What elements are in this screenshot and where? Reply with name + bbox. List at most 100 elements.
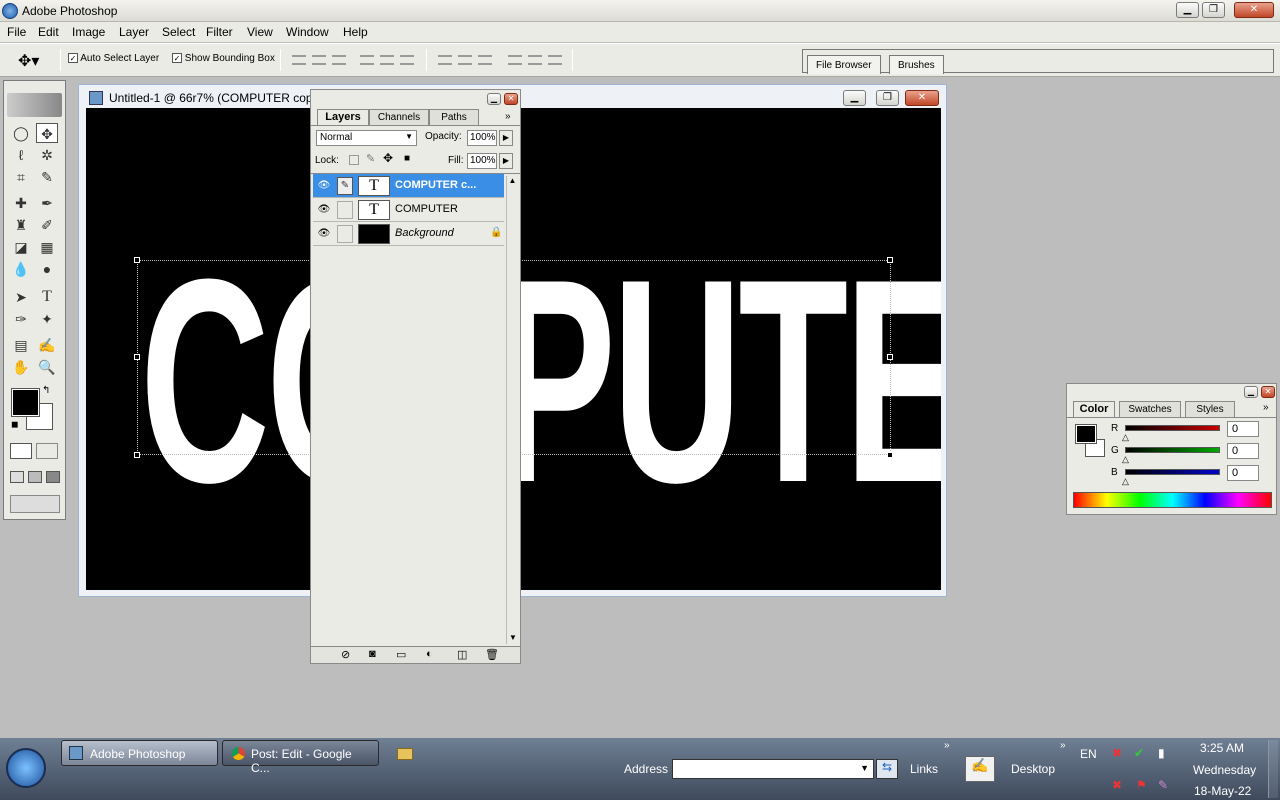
notes-tool-icon[interactable]: ▤ [10,335,32,355]
chevron-down-icon[interactable]: ▼ [860,763,869,773]
slider-thumb-icon[interactable]: △ [1122,476,1129,487]
desktop-label[interactable]: Desktop [1011,762,1055,776]
fg-color-swatch[interactable] [1075,424,1097,444]
channel-r-value[interactable]: 0 [1227,421,1259,437]
well-tab-file-browser[interactable]: File Browser [807,55,881,74]
menu-select[interactable]: Select [162,25,195,39]
palette-close-button[interactable]: ✕ [504,93,518,105]
auto-select-checkbox[interactable]: ✓ [68,53,78,63]
distribute-vcenter-icon[interactable] [458,55,472,65]
screen-mode-full-menu-icon[interactable] [28,471,42,483]
bounding-box-option[interactable]: ✓ Show Bounding Box [172,53,275,64]
move-tool-icon[interactable]: ✥ [36,123,58,143]
brush-tool-icon[interactable]: ✒ [36,193,58,213]
address-input[interactable]: ▼ [672,759,874,779]
show-desktop-button[interactable] [1268,740,1278,798]
menu-filter[interactable]: Filter [206,25,233,39]
opacity-input[interactable]: 100% [467,130,497,146]
close-button[interactable]: ✕ [1234,2,1274,18]
zoom-tool-icon[interactable]: 🔍 [36,357,58,377]
channel-r-slider[interactable] [1125,425,1220,431]
menu-view[interactable]: View [247,25,273,39]
auto-select-option[interactable]: ✓ Auto Select Layer [68,53,159,64]
link-brush-icon[interactable]: ✎ [337,177,353,195]
visibility-eye-icon[interactable]: 👁 [316,227,332,241]
channel-g-value[interactable]: 0 [1227,443,1259,459]
transform-handle[interactable] [134,257,140,263]
color-palette-close-button[interactable]: ✕ [1261,386,1275,398]
align-top-icon[interactable] [292,55,306,65]
fill-input[interactable]: 100% [467,153,497,169]
screen-mode-standard-icon[interactable] [10,471,24,483]
history-brush-icon[interactable]: ✐ [36,215,58,235]
transform-handle[interactable] [134,452,140,458]
doc-close-button[interactable]: ✕ [905,90,939,106]
tab-layers[interactable]: Layers [317,109,369,125]
eyedropper-icon[interactable]: ✍ [36,335,58,355]
pen-tool-icon[interactable]: ✑ [10,309,32,329]
distribute-top-icon[interactable] [438,55,452,65]
jump-to-imageready-icon[interactable] [10,495,60,513]
transform-handle[interactable] [887,354,893,360]
transform-handle[interactable] [134,354,140,360]
clone-stamp-icon[interactable]: ♜ [10,215,32,235]
restore-button[interactable]: ❐ [1202,2,1225,18]
layers-scrollbar[interactable]: ▲ ▼ [506,176,518,644]
new-layer-icon[interactable]: ◫ [457,648,467,661]
tray-app-icon[interactable]: ✎ [1158,778,1168,792]
gradient-tool-icon[interactable]: ▦ [36,237,58,257]
slice-tool-icon[interactable]: ✎ [36,167,58,187]
layer-row[interactable]: 👁 Background 🔒 [313,222,504,246]
quickmask-mode-icon[interactable] [36,443,58,459]
well-tab-brushes[interactable]: Brushes [889,55,944,74]
clock-day[interactable]: Wednesday [1193,763,1256,777]
align-bottom-icon[interactable] [332,55,346,65]
trash-icon[interactable]: 🗑 [485,648,499,661]
distribute-right-icon[interactable] [548,55,562,65]
folder-icon[interactable] [397,748,413,760]
menu-image[interactable]: Image [72,25,105,39]
dodge-tool-icon[interactable]: ● [36,259,58,279]
tab-color[interactable]: Color [1073,401,1115,417]
language-indicator[interactable]: EN [1080,747,1097,761]
scroll-up-icon[interactable]: ▲ [507,176,518,185]
network-error-icon[interactable]: ⚑ [1136,778,1147,792]
menu-edit[interactable]: Edit [38,25,59,39]
channel-b-slider[interactable] [1125,469,1220,475]
tab-channels[interactable]: Channels [369,109,429,125]
doc-minimize-button[interactable]: ▁ [843,90,866,106]
menu-file[interactable]: File [7,25,26,39]
opacity-arrow-icon[interactable]: ▶ [499,130,513,146]
layer-row[interactable]: 👁 T COMPUTER [313,198,504,222]
adjustment-layer-icon[interactable]: ◐ [426,648,433,660]
menu-help[interactable]: Help [343,25,368,39]
transform-handle[interactable] [887,257,893,263]
tab-styles[interactable]: Styles [1185,401,1235,417]
layer-mask-icon[interactable]: ◙ [369,648,376,660]
security-alert-icon[interactable]: ✖ [1112,746,1122,760]
hand-tool-icon[interactable]: ✋ [10,357,32,377]
bounding-box-checkbox[interactable]: ✓ [172,53,182,63]
distribute-hcenter-icon[interactable] [528,55,542,65]
link-box[interactable] [337,201,353,219]
distribute-left-icon[interactable] [508,55,522,65]
lock-transparency-icon[interactable] [349,155,359,165]
channel-b-value[interactable]: 0 [1227,465,1259,481]
scroll-down-icon[interactable]: ▼ [507,633,519,642]
visibility-eye-icon[interactable]: 👁 [316,179,332,193]
layer-style-icon[interactable]: ⊘ [341,648,350,661]
go-icon[interactable]: ⇆ [876,759,898,779]
lock-all-icon[interactable]: ■ [404,153,410,164]
tab-swatches[interactable]: Swatches [1119,401,1181,417]
menu-layer[interactable]: Layer [119,25,149,39]
clock-date[interactable]: 18-May-22 [1194,784,1251,798]
links-label[interactable]: Links [910,762,938,776]
clock-time[interactable]: 3:25 AM [1200,741,1244,755]
fill-arrow-icon[interactable]: ▶ [499,153,513,169]
menu-window[interactable]: Window [286,25,329,39]
move-tool-icon[interactable]: ✥▾ [18,51,39,71]
default-colors-icon[interactable]: ◼ [11,419,18,430]
magic-wand-icon[interactable]: ✲ [36,145,58,165]
distribute-bottom-icon[interactable] [478,55,492,65]
minimize-button[interactable]: ▁ [1176,2,1199,18]
